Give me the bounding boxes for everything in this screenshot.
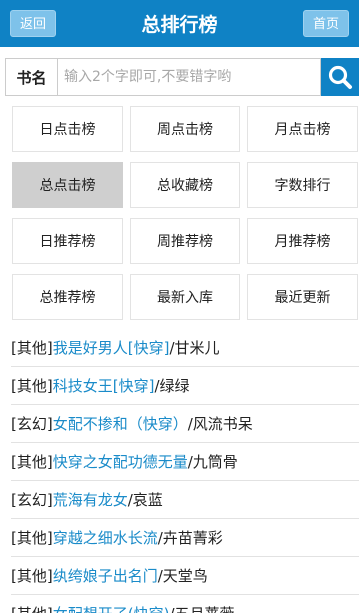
book-category: [其他]: [11, 603, 53, 613]
back-button[interactable]: 返回: [10, 10, 57, 37]
tab-ranking[interactable]: 月推荐榜: [247, 218, 358, 264]
book-title-link[interactable]: 纨绔娘子出名门: [53, 565, 158, 586]
book-category: [其他]: [11, 377, 53, 395]
book-title-link[interactable]: 女配想开了(快穿): [53, 603, 170, 613]
book-category: [玄幻]: [11, 491, 53, 509]
book-title-link[interactable]: 穿越之细水长流: [53, 527, 158, 548]
search-type-label: 书名: [5, 58, 57, 96]
book-list-item: [其他] 穿越之细水长流 / 卉苗菁彩: [11, 519, 359, 557]
book-list-item: [其他]女配想开了(快穿)/五月蔷薇: [11, 595, 359, 613]
book-list-item: [其他] 科技女王[快穿] / 绿绿: [11, 367, 359, 405]
book-title-link[interactable]: 科技女王[快穿]: [53, 375, 155, 396]
top-bar: 返回 总排行榜 首页: [0, 0, 359, 47]
search-button[interactable]: [321, 58, 359, 96]
home-button[interactable]: 首页: [302, 10, 349, 37]
book-author: 甘米儿: [174, 339, 220, 357]
book-author: 天堂鸟: [162, 567, 208, 585]
book-author: 九筒骨: [192, 453, 238, 471]
book-category: [玄幻]: [11, 415, 53, 433]
search-icon: [328, 65, 352, 89]
tab-ranking[interactable]: 总点击榜: [12, 162, 123, 208]
tab-ranking[interactable]: 日推荐榜: [12, 218, 123, 264]
tab-ranking[interactable]: 字数排行: [247, 162, 358, 208]
book-list-item: [其他] 纨绔娘子出名门 / 天堂鸟: [11, 557, 359, 595]
book-category: [其他]: [11, 567, 53, 585]
page-title: 总排行榜: [141, 14, 218, 36]
book-category: [其他]: [11, 339, 53, 357]
book-category: [其他]: [11, 453, 53, 471]
book-category: [其他]: [11, 529, 53, 547]
tab-ranking[interactable]: 周点击榜: [130, 106, 240, 152]
book-author: 哀蓝: [132, 491, 163, 509]
book-title-link[interactable]: 荒海有龙女: [53, 489, 128, 510]
search-input[interactable]: [57, 58, 321, 96]
tab-ranking[interactable]: 日点击榜: [12, 106, 123, 152]
book-list-item: [玄幻] 女配不掺和（快穿） / 风流书呆: [11, 405, 359, 443]
book-author: 绿绿: [159, 377, 190, 395]
book-author: 五月蔷薇: [175, 603, 235, 613]
tab-ranking[interactable]: 最新入库: [130, 274, 240, 320]
tab-ranking[interactable]: 总推荐榜: [12, 274, 123, 320]
book-author: 卉苗菁彩: [162, 529, 223, 547]
tab-ranking[interactable]: 总收藏榜: [130, 162, 240, 208]
book-title-link[interactable]: 女配不掺和（快穿）: [53, 413, 188, 434]
ranking-tabs: 日点击榜 周点击榜 月点击榜总点击榜 总收藏榜 字数排行日推荐榜 周推荐榜 月推荐榜总推荐榜…: [0, 96, 359, 320]
book-list-item: [其他] 我是好男人[快穿] / 甘米儿: [11, 329, 359, 367]
tab-ranking[interactable]: 最近更新: [247, 274, 358, 320]
tab-ranking[interactable]: 月点击榜: [247, 106, 358, 152]
book-list: [其他] 我是好男人[快穿] / 甘米儿 [其他] 科技女王[快穿] / 绿绿 [玄幻] 女配不掺…: [0, 329, 359, 613]
search-bar: 书名: [0, 58, 359, 96]
book-list-item: [其他] 快穿之女配功德无量 / 九筒骨: [11, 443, 359, 481]
book-title-link[interactable]: 快穿之女配功德无量: [53, 451, 188, 472]
book-list-item: [玄幻] 荒海有龙女 / 哀蓝: [11, 481, 359, 519]
book-author: 风流书呆: [192, 415, 253, 433]
book-title-link[interactable]: 我是好男人[快穿]: [53, 337, 170, 358]
tab-ranking[interactable]: 周推荐榜: [130, 218, 240, 264]
